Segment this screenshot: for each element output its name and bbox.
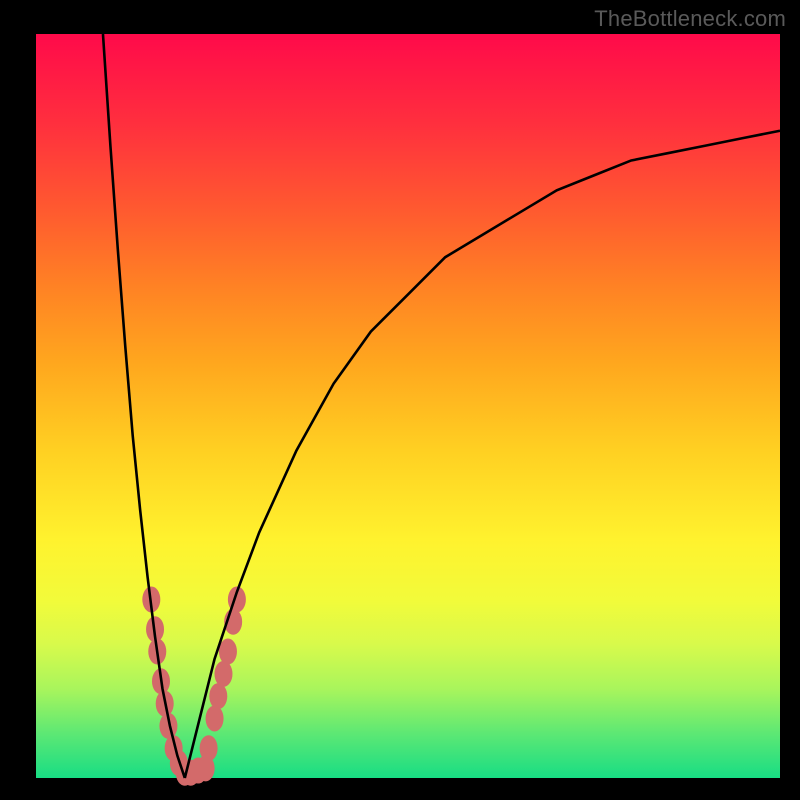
chart-frame: TheBottleneck.com [0, 0, 800, 800]
marker-blob [214, 661, 232, 687]
marker-blob [219, 639, 237, 665]
marker-blob [209, 683, 227, 709]
curve-right-branch [185, 131, 780, 778]
plot-area [36, 34, 780, 778]
marker-blob [200, 735, 218, 761]
curve-left-branch [103, 34, 185, 778]
watermark-text: TheBottleneck.com [594, 6, 786, 32]
marker-blob [206, 705, 224, 731]
curve-layer [36, 34, 780, 778]
marker-layer [142, 586, 246, 785]
